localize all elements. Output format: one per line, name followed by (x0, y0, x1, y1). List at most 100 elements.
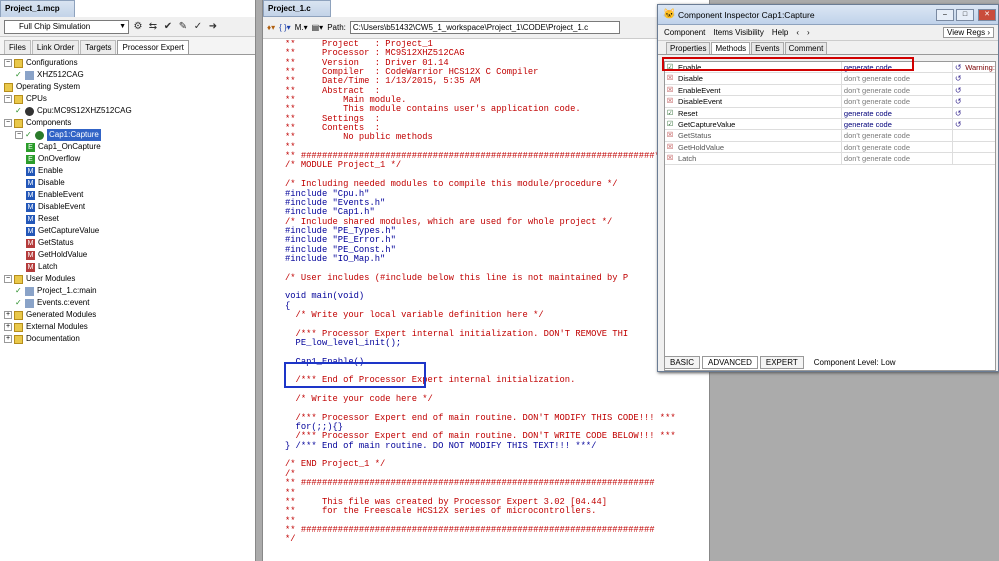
restore-default-icon[interactable]: ↺ (953, 62, 963, 72)
method-value[interactable]: don't generate code (842, 153, 954, 164)
minimize-icon[interactable]: ‒ (936, 9, 954, 21)
tree-method-getstatus[interactable]: M GetStatus (0, 237, 255, 249)
tab-comment[interactable]: Comment (784, 42, 828, 54)
tree-method-getholdvalue[interactable]: M GetHoldValue (0, 249, 255, 261)
method-row[interactable]: ☒ Disable don't generate code ↺ (665, 73, 995, 85)
tree-method-reset[interactable]: M Reset (0, 213, 255, 225)
maximize-icon[interactable]: □ (956, 9, 974, 21)
restore-default-icon[interactable]: ↺ (953, 73, 963, 83)
method-row[interactable]: ☒ GetHoldValue don't generate code (665, 141, 995, 154)
enable-row-highlight (662, 57, 914, 71)
tab-processor-expert[interactable]: Processor Expert (117, 40, 189, 54)
method-row[interactable]: ☒ GetStatus don't generate code (665, 130, 995, 142)
expand-toggle-icon[interactable]: + (4, 311, 12, 319)
tab-properties[interactable]: Properties (666, 42, 711, 54)
expert-button[interactable]: EXPERT (759, 355, 804, 369)
tree-components[interactable]: − Components (0, 117, 255, 129)
restore-default-icon[interactable]: ↺ (953, 85, 963, 95)
tab-methods[interactable]: Methods (711, 42, 751, 54)
expand-toggle-icon[interactable]: − (4, 95, 12, 103)
tree-method-disableevent[interactable]: M DisableEvent (0, 201, 255, 213)
tree-method-enableevent[interactable]: M EnableEvent (0, 189, 255, 201)
tree-generated-modules[interactable]: + Generated Modules (0, 309, 255, 321)
braces-menu-icon[interactable]: { }▾ (279, 23, 291, 32)
restore-default-icon[interactable]: ↺ (953, 119, 963, 129)
tab-link-order[interactable]: Link Order (31, 40, 80, 54)
tree-method-onoverflow[interactable]: E OnOverflow (0, 153, 255, 165)
restore-default-icon[interactable] (953, 130, 963, 140)
tab-files[interactable]: Files (4, 40, 31, 54)
expand-toggle-icon[interactable]: − (15, 131, 23, 139)
nav-forward-icon[interactable]: › (807, 28, 810, 37)
method-value[interactable]: generate code (842, 107, 954, 118)
tree-user-module-1[interactable]: ✓ Events.c:event (0, 297, 255, 309)
basic-button[interactable]: BASIC (664, 355, 701, 369)
method-value[interactable]: don't generate code (842, 96, 954, 107)
tree-cap1[interactable]: − ✓ Cap1:Capture (0, 129, 255, 141)
method-row[interactable]: ☒ EnableEvent don't generate code ↺ (665, 84, 995, 97)
checklist-icon[interactable]: ✔ (162, 21, 174, 33)
tree-cpu-item[interactable]: ✓ Cpu:MC9S12XHZ512CAG (0, 105, 255, 117)
tab-targets[interactable]: Targets (80, 40, 117, 54)
code-area[interactable]: ** Project : Project_1 ** Processor : MC9… (263, 40, 709, 561)
target-select[interactable]: Full Chip Simulation ▼ (4, 19, 129, 34)
method-warning (963, 130, 995, 140)
tree-label: Disable (38, 178, 65, 187)
editor-window: Project_1.c ♦▾ { }▾ M.▾ ▤▾ Path: C:\User… (262, 0, 710, 561)
restore-default-icon[interactable] (953, 153, 963, 163)
tree-documentation[interactable]: + Documentation (0, 333, 255, 345)
method-row[interactable]: ☑ GetCaptureValue generate code ↺ (665, 118, 995, 131)
path-field[interactable]: C:\Users\b51432\CW5_1_workspace\Project_… (349, 21, 620, 34)
menu-items-visibility[interactable]: Items Visibility (713, 28, 764, 37)
tree-label: User Modules (26, 274, 76, 283)
tree-method-disable[interactable]: M Disable (0, 177, 255, 189)
expand-toggle-icon[interactable]: + (4, 335, 12, 343)
m-icon: M (26, 226, 35, 236)
nav-back-icon[interactable]: ‹ (796, 28, 799, 37)
tree-method-getcapturevalue[interactable]: M GetCaptureValue (0, 225, 255, 237)
tree-method-latch[interactable]: M Latch (0, 261, 255, 273)
expand-toggle-icon[interactable]: + (4, 323, 12, 331)
expand-toggle-icon[interactable]: − (4, 59, 12, 67)
expand-toggle-icon[interactable]: − (4, 119, 12, 127)
function-menu-icon[interactable]: ♦▾ (267, 23, 275, 32)
restore-default-icon[interactable] (953, 142, 963, 152)
code-line: ** #####################################… (285, 524, 655, 535)
tree-user-module-0[interactable]: ✓ Project_1.c:main (0, 285, 255, 297)
tree-operating-system[interactable]: Operating System (0, 81, 255, 93)
view-regs-button[interactable]: View Regs › (943, 27, 994, 38)
make-icon[interactable]: ✓ (192, 21, 204, 33)
method-value[interactable]: don't generate code (842, 84, 954, 96)
marker-menu-icon[interactable]: M.▾ (295, 23, 308, 32)
file-menu-icon[interactable]: ▤▾ (312, 23, 324, 32)
method-value[interactable]: generate code (842, 118, 954, 130)
restore-default-icon[interactable]: ↺ (953, 108, 963, 118)
restore-default-icon[interactable]: ↺ (953, 96, 963, 106)
tree-external-modules[interactable]: + External Modules (0, 321, 255, 333)
tree-cpus[interactable]: − CPUs (0, 93, 255, 105)
expand-toggle-icon[interactable]: − (4, 275, 12, 283)
project-title-tab[interactable]: Project_1.mcp (0, 0, 75, 17)
settings-icon[interactable]: ⚙ (132, 21, 144, 33)
menu-component[interactable]: Component (664, 28, 705, 37)
debug-icon[interactable]: ➜ (207, 21, 219, 33)
tree-user-modules[interactable]: − User Modules (0, 273, 255, 285)
advanced-button[interactable]: ADVANCED (702, 355, 758, 369)
method-value[interactable]: don't generate code (842, 141, 954, 153)
tree-method-enable[interactable]: M Enable (0, 165, 255, 177)
editor-title-tab[interactable]: Project_1.c (263, 0, 331, 17)
sync-icon[interactable]: ⇆ (147, 21, 159, 33)
method-value[interactable]: don't generate code (842, 73, 954, 84)
compile-icon[interactable]: ✎ (177, 21, 189, 33)
menu-help[interactable]: Help (772, 28, 788, 37)
tree-method-cap1_oncapture[interactable]: E Cap1_OnCapture (0, 141, 255, 153)
tab-events[interactable]: Events (751, 42, 784, 54)
method-row[interactable]: ☒ DisableEvent don't generate code ↺ (665, 96, 995, 108)
code-line: #include "IO_Map.h" (285, 253, 386, 264)
method-value[interactable]: don't generate code (842, 130, 954, 141)
method-row[interactable]: ☑ Reset generate code ↺ (665, 107, 995, 119)
close-icon[interactable]: ✕ (978, 9, 996, 21)
tree-config-item[interactable]: ✓ XHZ512CAG (0, 69, 255, 81)
tree-configurations[interactable]: − Configurations (0, 57, 255, 69)
method-row[interactable]: ☒ Latch don't generate code (665, 153, 995, 165)
